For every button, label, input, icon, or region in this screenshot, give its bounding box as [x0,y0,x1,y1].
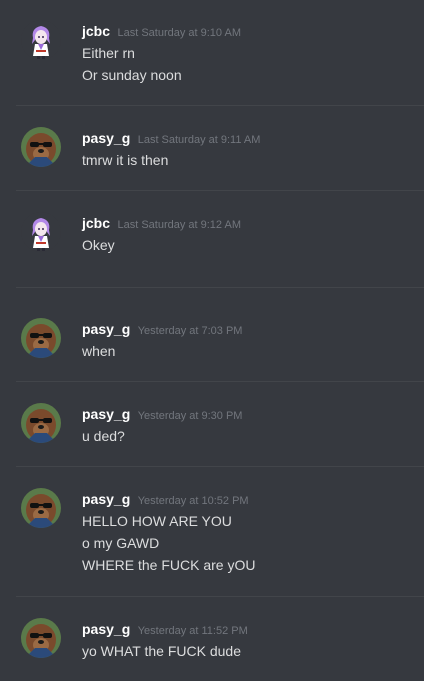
message-text: HELLO HOW ARE YOU [82,513,232,529]
chat-message-list[interactable]: jcbc Last Saturday at 9:10 AM Either rn … [0,0,424,681]
dog-sunglasses-avatar-icon[interactable] [21,127,61,167]
username[interactable]: pasy_g [82,491,130,507]
message-header: pasy_g Last Saturday at 9:11 AM [82,129,260,149]
anime-avatar-icon[interactable] [21,212,61,252]
timestamp: Last Saturday at 9:10 AM [117,27,241,39]
username[interactable]: jcbc [82,23,110,39]
message-content: Okey [82,234,115,256]
message-header: pasy_g Yesterday at 11:52 PM [82,620,248,640]
divider [16,105,424,106]
username[interactable]: pasy_g [82,130,130,146]
message-text: u ded? [82,428,125,444]
username[interactable]: jcbc [82,215,110,231]
username[interactable]: pasy_g [82,621,130,637]
dog-sunglasses-avatar-icon[interactable] [21,488,61,528]
message-content: tmrw it is then [82,149,168,171]
message-header: jcbc Last Saturday at 9:10 AM [82,22,241,42]
message-text: WHERE the FUCK are yOU [82,557,256,573]
divider [16,287,424,288]
timestamp: Yesterday at 9:30 PM [137,410,243,422]
message-header: pasy_g Yesterday at 10:52 PM [82,490,249,510]
timestamp: Yesterday at 11:52 PM [137,625,248,637]
timestamp: Last Saturday at 9:11 AM [137,134,261,146]
message-text: Okey [82,237,115,253]
message-text: Either rn [82,45,135,61]
message-content: when [82,340,115,362]
message-content: HELLO HOW ARE YOU o my GAWD WHERE the FU… [82,510,255,576]
message-header: pasy_g Yesterday at 9:30 PM [82,405,242,425]
message-text: Or sunday noon [82,67,182,83]
message-content: yo WHAT the FUCK dude [82,640,241,662]
divider [16,596,424,597]
dog-sunglasses-avatar-icon[interactable] [21,318,61,358]
message-content: Either rn Or sunday noon [82,42,182,86]
anime-avatar-icon[interactable] [21,20,61,60]
timestamp: Yesterday at 7:03 PM [137,325,243,337]
timestamp: Yesterday at 10:52 PM [137,495,249,507]
dog-sunglasses-avatar-icon[interactable] [21,403,61,443]
message-text: yo WHAT the FUCK dude [82,643,241,659]
message-header: pasy_g Yesterday at 7:03 PM [82,320,242,340]
message-text: o my GAWD [82,535,160,551]
message-content: u ded? [82,425,125,447]
timestamp: Last Saturday at 9:12 AM [117,219,241,231]
username[interactable]: pasy_g [82,406,130,422]
message-text: tmrw it is then [82,152,169,168]
message-text: when [82,343,116,359]
divider [16,190,424,191]
dog-sunglasses-avatar-icon[interactable] [21,618,61,658]
username[interactable]: pasy_g [82,321,130,337]
divider [16,466,424,467]
divider [16,381,424,382]
message-header: jcbc Last Saturday at 9:12 AM [82,214,241,234]
